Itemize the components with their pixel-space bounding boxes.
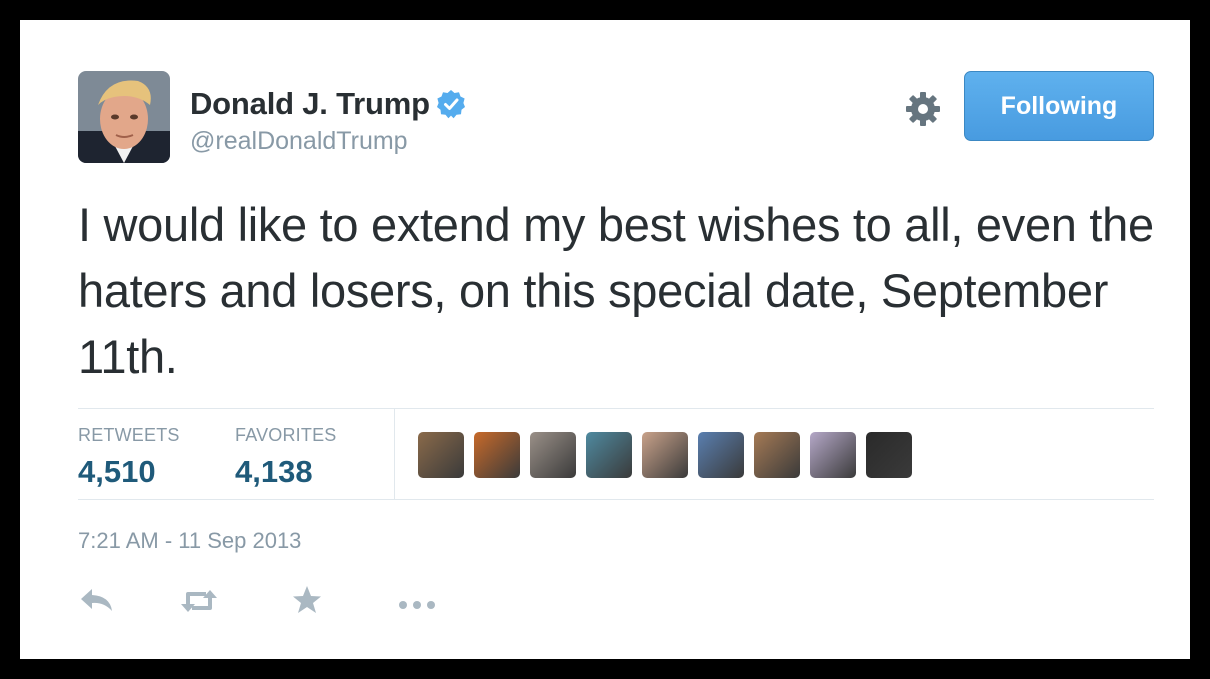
- favoriter-avatar-4[interactable]: [586, 432, 632, 478]
- user-name[interactable]: Donald J. Trump: [190, 86, 430, 122]
- favoriter-avatar-1[interactable]: [418, 432, 464, 478]
- retweet-icon[interactable]: [178, 587, 220, 620]
- user-name-row: Donald J. Trump: [190, 86, 466, 122]
- favorites-label: FAVORITES: [235, 425, 337, 445]
- favoriter-avatar-7[interactable]: [754, 432, 800, 478]
- favoriter-avatar-2[interactable]: [474, 432, 520, 478]
- favorites-stat[interactable]: FAVORITES 4,138: [235, 425, 337, 490]
- tweet-timestamp[interactable]: 7:21 AM - 11 Sep 2013: [78, 528, 301, 554]
- more-icon[interactable]: [398, 597, 436, 615]
- verified-badge-icon: [436, 89, 466, 119]
- favoriter-avatar-9[interactable]: [866, 432, 912, 478]
- gear-icon[interactable]: [904, 90, 942, 128]
- avatar[interactable]: [78, 71, 170, 163]
- tweet-card: Donald J. Trump @realDonaldTrump Followi…: [20, 20, 1190, 659]
- stats-vertical-divider: [394, 409, 395, 499]
- favoriters-list: [418, 432, 922, 478]
- favoriter-avatar-6[interactable]: [698, 432, 744, 478]
- stats-bottom-divider: [78, 499, 1154, 500]
- retweets-count: 4,510: [78, 454, 156, 489]
- user-handle[interactable]: @realDonaldTrump: [190, 127, 408, 156]
- reply-icon[interactable]: [80, 587, 114, 620]
- favoriter-avatar-8[interactable]: [810, 432, 856, 478]
- stats-top-divider: [78, 408, 1154, 409]
- tweet-text: I would like to extend my best wishes to…: [78, 198, 1154, 383]
- following-button[interactable]: Following: [964, 71, 1154, 141]
- favoriter-avatar-3[interactable]: [530, 432, 576, 478]
- retweets-label: RETWEETS: [78, 425, 180, 445]
- favorite-icon[interactable]: [292, 585, 322, 620]
- retweets-stat[interactable]: RETWEETS 4,510: [78, 425, 180, 490]
- favoriter-avatar-5[interactable]: [642, 432, 688, 478]
- favorites-count: 4,138: [235, 454, 313, 489]
